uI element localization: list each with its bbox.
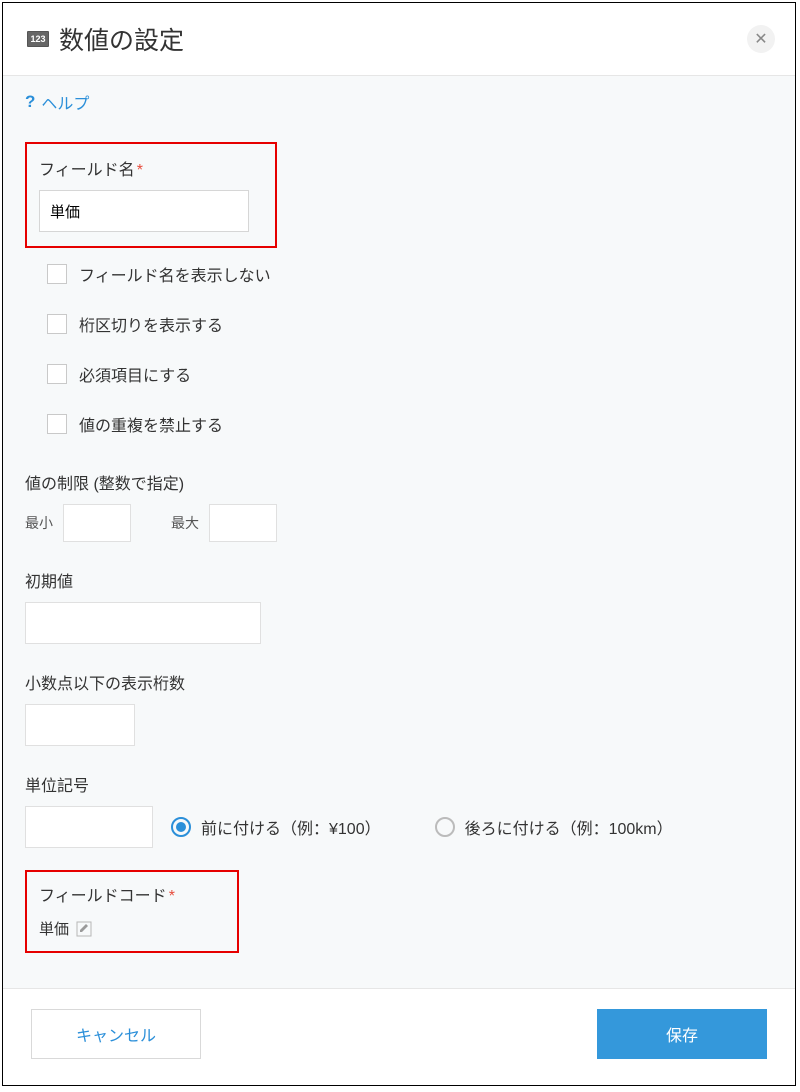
dialog-title: 数値の設定 (59, 21, 184, 57)
save-button[interactable]: 保存 (597, 1009, 767, 1059)
help-icon: ? (25, 92, 35, 112)
radio-unit-after-label[interactable]: 後ろに付ける（例：100km） (465, 815, 673, 839)
range-label: 値の制限 (整数で指定) (25, 470, 773, 494)
unit-label: 単位記号 (25, 772, 773, 796)
radio-unit-after[interactable] (435, 817, 455, 837)
dialog-header: 123 数値の設定 ✕ (3, 3, 795, 75)
cancel-button[interactable]: キャンセル (31, 1009, 201, 1059)
field-name-label: フィールド名* (39, 156, 263, 180)
checkbox-digit-sep-label[interactable]: 桁区切りを表示する (79, 312, 223, 336)
max-label: 最大 (171, 513, 199, 533)
required-mark: * (169, 888, 175, 905)
decimals-input[interactable] (25, 704, 135, 746)
checkbox-unique-label[interactable]: 値の重複を禁止する (79, 412, 223, 436)
help-label: ヘルプ (41, 90, 89, 114)
checkbox-hide-name-label[interactable]: フィールド名を表示しない (79, 262, 271, 286)
number-icon: 123 (27, 31, 49, 47)
radio-unit-before[interactable] (171, 817, 191, 837)
checkbox-required-label[interactable]: 必須項目にする (79, 362, 191, 386)
unit-input[interactable] (25, 806, 153, 848)
dialog-footer: キャンセル 保存 (3, 989, 795, 1085)
checkbox-digit-sep[interactable] (47, 314, 67, 334)
min-label: 最小 (25, 513, 53, 533)
field-code-label: フィールドコード* (39, 882, 225, 906)
close-icon: ✕ (754, 29, 767, 49)
field-name-highlight: フィールド名* (25, 142, 277, 248)
close-button[interactable]: ✕ (747, 25, 775, 53)
help-link[interactable]: ? ヘルプ (25, 90, 89, 114)
required-mark: * (137, 162, 143, 179)
radio-unit-before-label[interactable]: 前に付ける（例：¥100） (201, 815, 381, 839)
field-code-highlight: フィールドコード* 単価 (25, 870, 239, 953)
checkbox-required[interactable] (47, 364, 67, 384)
min-input[interactable] (63, 504, 131, 542)
decimals-label: 小数点以下の表示桁数 (25, 670, 773, 694)
checkbox-unique[interactable] (47, 414, 67, 434)
edit-icon[interactable] (75, 920, 93, 938)
dialog-body: ? ヘルプ フィールド名* フィールド名を表示しない 桁区切りを表示する (3, 75, 795, 989)
max-input[interactable] (209, 504, 277, 542)
field-code-value: 単価 (39, 918, 69, 939)
default-value-input[interactable] (25, 602, 261, 644)
checkbox-hide-name[interactable] (47, 264, 67, 284)
field-name-input[interactable] (39, 190, 249, 232)
default-value-label: 初期値 (25, 568, 773, 592)
